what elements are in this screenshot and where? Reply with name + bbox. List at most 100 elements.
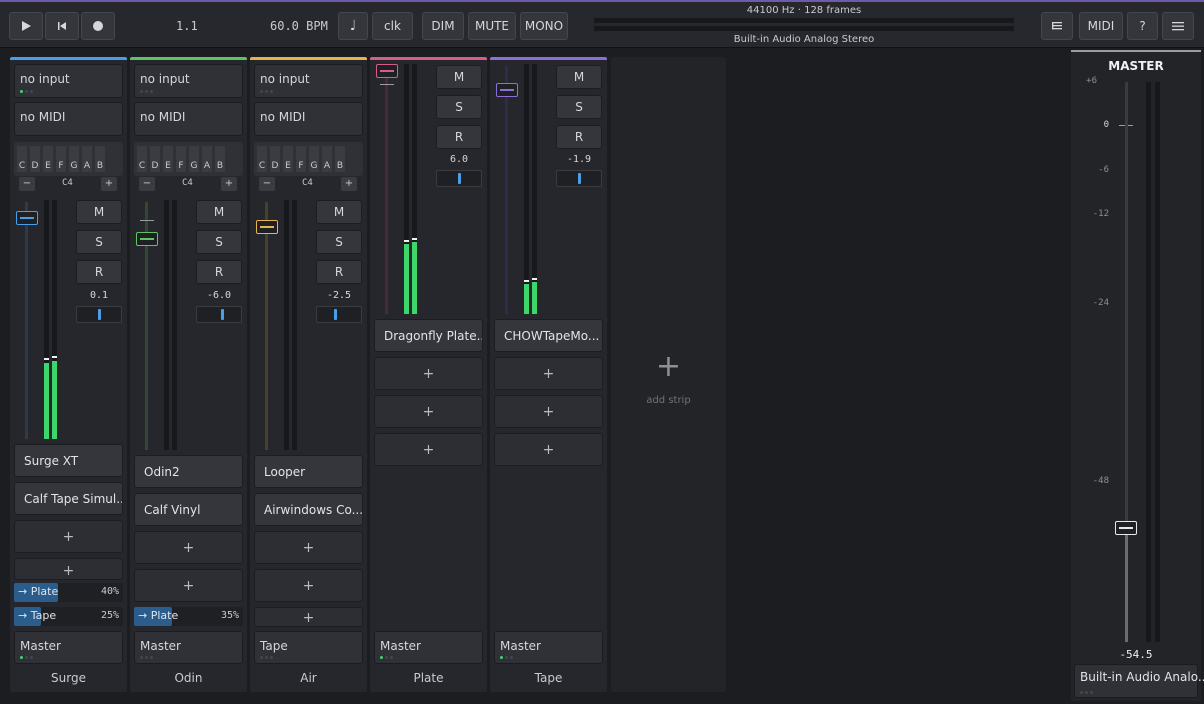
fader-track[interactable] — [265, 202, 268, 450]
plugin-slot[interactable]: Airwindows Co... — [254, 493, 363, 526]
master-fader-handle[interactable] — [1115, 521, 1137, 535]
plugin-slot[interactable]: CHOWTapeMo... — [494, 319, 603, 352]
output-select[interactable]: Master — [134, 631, 243, 664]
clock-button[interactable]: clk — [372, 12, 413, 40]
plugin-slot[interactable]: Calf Tape Simul... — [14, 482, 123, 515]
menu-button[interactable] — [1162, 12, 1194, 40]
plugin-slot[interactable]: Looper — [254, 455, 363, 488]
record-arm-button[interactable]: R — [436, 125, 482, 149]
input-select[interactable]: no input — [134, 64, 243, 98]
input-select[interactable]: no input — [254, 64, 363, 98]
solo-button[interactable]: S — [316, 230, 362, 254]
add-plugin-button[interactable]: + — [14, 558, 123, 580]
plugin-slot[interactable]: Dragonfly Plate... — [374, 319, 483, 352]
mute-button[interactable]: M — [76, 200, 122, 224]
midi-button[interactable]: MIDI — [1079, 12, 1123, 40]
mute-button[interactable]: M — [556, 65, 602, 89]
keyboard[interactable]: C D E F G A B — [134, 142, 243, 176]
key-b[interactable]: B — [335, 146, 345, 172]
key-g[interactable]: G — [189, 146, 199, 172]
fader-track[interactable] — [385, 66, 388, 314]
add-plugin-button[interactable]: + — [254, 531, 363, 564]
plugin-slot[interactable]: Odin2 — [134, 455, 243, 488]
fader-handle[interactable] — [376, 64, 398, 78]
add-plugin-button[interactable]: + — [494, 433, 603, 466]
key-f[interactable]: F — [176, 146, 186, 172]
output-select[interactable]: Master — [374, 631, 483, 664]
tempo-display[interactable]: 60.0 BPM — [270, 19, 328, 33]
fader-track[interactable] — [25, 202, 28, 439]
pan-control[interactable] — [76, 306, 122, 323]
key-a[interactable]: A — [322, 146, 332, 172]
send-plate[interactable]: → Plate 35% — [134, 607, 243, 626]
key-g[interactable]: G — [69, 146, 79, 172]
fader-handle[interactable] — [136, 232, 158, 246]
rewind-button[interactable] — [45, 12, 79, 40]
solo-button[interactable]: S — [556, 95, 602, 119]
send-plate[interactable]: → Plate 40% — [14, 583, 123, 602]
key-b[interactable]: B — [95, 146, 105, 172]
key-c[interactable]: C — [257, 146, 267, 172]
fader-handle[interactable] — [256, 220, 278, 234]
octave-down-button[interactable]: − — [19, 177, 35, 191]
key-c[interactable]: C — [17, 146, 27, 172]
pan-control[interactable] — [436, 170, 482, 187]
solo-button[interactable]: S — [196, 230, 242, 254]
octave-up-button[interactable]: + — [221, 177, 237, 191]
fader-handle[interactable] — [16, 211, 38, 225]
add-plugin-button[interactable]: + — [494, 357, 603, 390]
list-button[interactable] — [1041, 12, 1073, 40]
pan-control[interactable] — [196, 306, 242, 323]
mute-button[interactable]: M — [436, 65, 482, 89]
fader-track[interactable] — [505, 66, 508, 314]
output-select[interactable]: Master — [494, 631, 603, 664]
master-output-select[interactable]: Built-in Audio Analo... — [1074, 664, 1204, 698]
add-plugin-button[interactable]: + — [374, 433, 483, 466]
solo-button[interactable]: S — [436, 95, 482, 119]
plugin-slot[interactable]: Surge XT — [14, 444, 123, 477]
add-strip-button[interactable]: + add strip — [611, 57, 726, 692]
strip-name[interactable]: Plate — [370, 671, 487, 685]
input-select[interactable]: no input — [14, 64, 123, 98]
key-d[interactable]: D — [150, 146, 160, 172]
record-button[interactable] — [81, 12, 115, 40]
keyboard[interactable]: C D E F G A B — [14, 142, 123, 176]
add-plugin-button[interactable]: + — [134, 531, 243, 564]
metronome-button[interactable]: ♩ — [338, 12, 368, 40]
record-arm-button[interactable]: R — [556, 125, 602, 149]
key-g[interactable]: G — [309, 146, 319, 172]
mono-button[interactable]: MONO — [520, 12, 568, 40]
add-plugin-button[interactable]: + — [374, 357, 483, 390]
plugin-slot[interactable]: Calf Vinyl — [134, 493, 243, 526]
solo-button[interactable]: S — [76, 230, 122, 254]
keyboard[interactable]: C D E F G A B — [254, 142, 363, 176]
key-a[interactable]: A — [202, 146, 212, 172]
add-plugin-button[interactable]: + — [14, 520, 123, 553]
midi-input-select[interactable]: no MIDI — [254, 102, 363, 136]
mute-button[interactable]: MUTE — [468, 12, 516, 40]
record-arm-button[interactable]: R — [196, 260, 242, 284]
octave-up-button[interactable]: + — [341, 177, 357, 191]
pan-control[interactable] — [556, 170, 602, 187]
key-f[interactable]: F — [296, 146, 306, 172]
strip-name[interactable]: Odin — [130, 671, 247, 685]
key-e[interactable]: E — [43, 146, 53, 172]
key-d[interactable]: D — [270, 146, 280, 172]
octave-down-button[interactable]: − — [259, 177, 275, 191]
key-c[interactable]: C — [137, 146, 147, 172]
play-button[interactable] — [9, 12, 43, 40]
mute-button[interactable]: M — [316, 200, 362, 224]
octave-up-button[interactable]: + — [101, 177, 117, 191]
add-plugin-button[interactable]: + — [134, 569, 243, 602]
pan-control[interactable] — [316, 306, 362, 323]
record-arm-button[interactable]: R — [76, 260, 122, 284]
add-plugin-button[interactable]: + — [494, 395, 603, 428]
send-tape[interactable]: → Tape 25% — [14, 607, 123, 626]
key-b[interactable]: B — [215, 146, 225, 172]
help-button[interactable]: ? — [1127, 12, 1158, 40]
record-arm-button[interactable]: R — [316, 260, 362, 284]
mute-button[interactable]: M — [196, 200, 242, 224]
octave-down-button[interactable]: − — [139, 177, 155, 191]
key-d[interactable]: D — [30, 146, 40, 172]
midi-input-select[interactable]: no MIDI — [14, 102, 123, 136]
